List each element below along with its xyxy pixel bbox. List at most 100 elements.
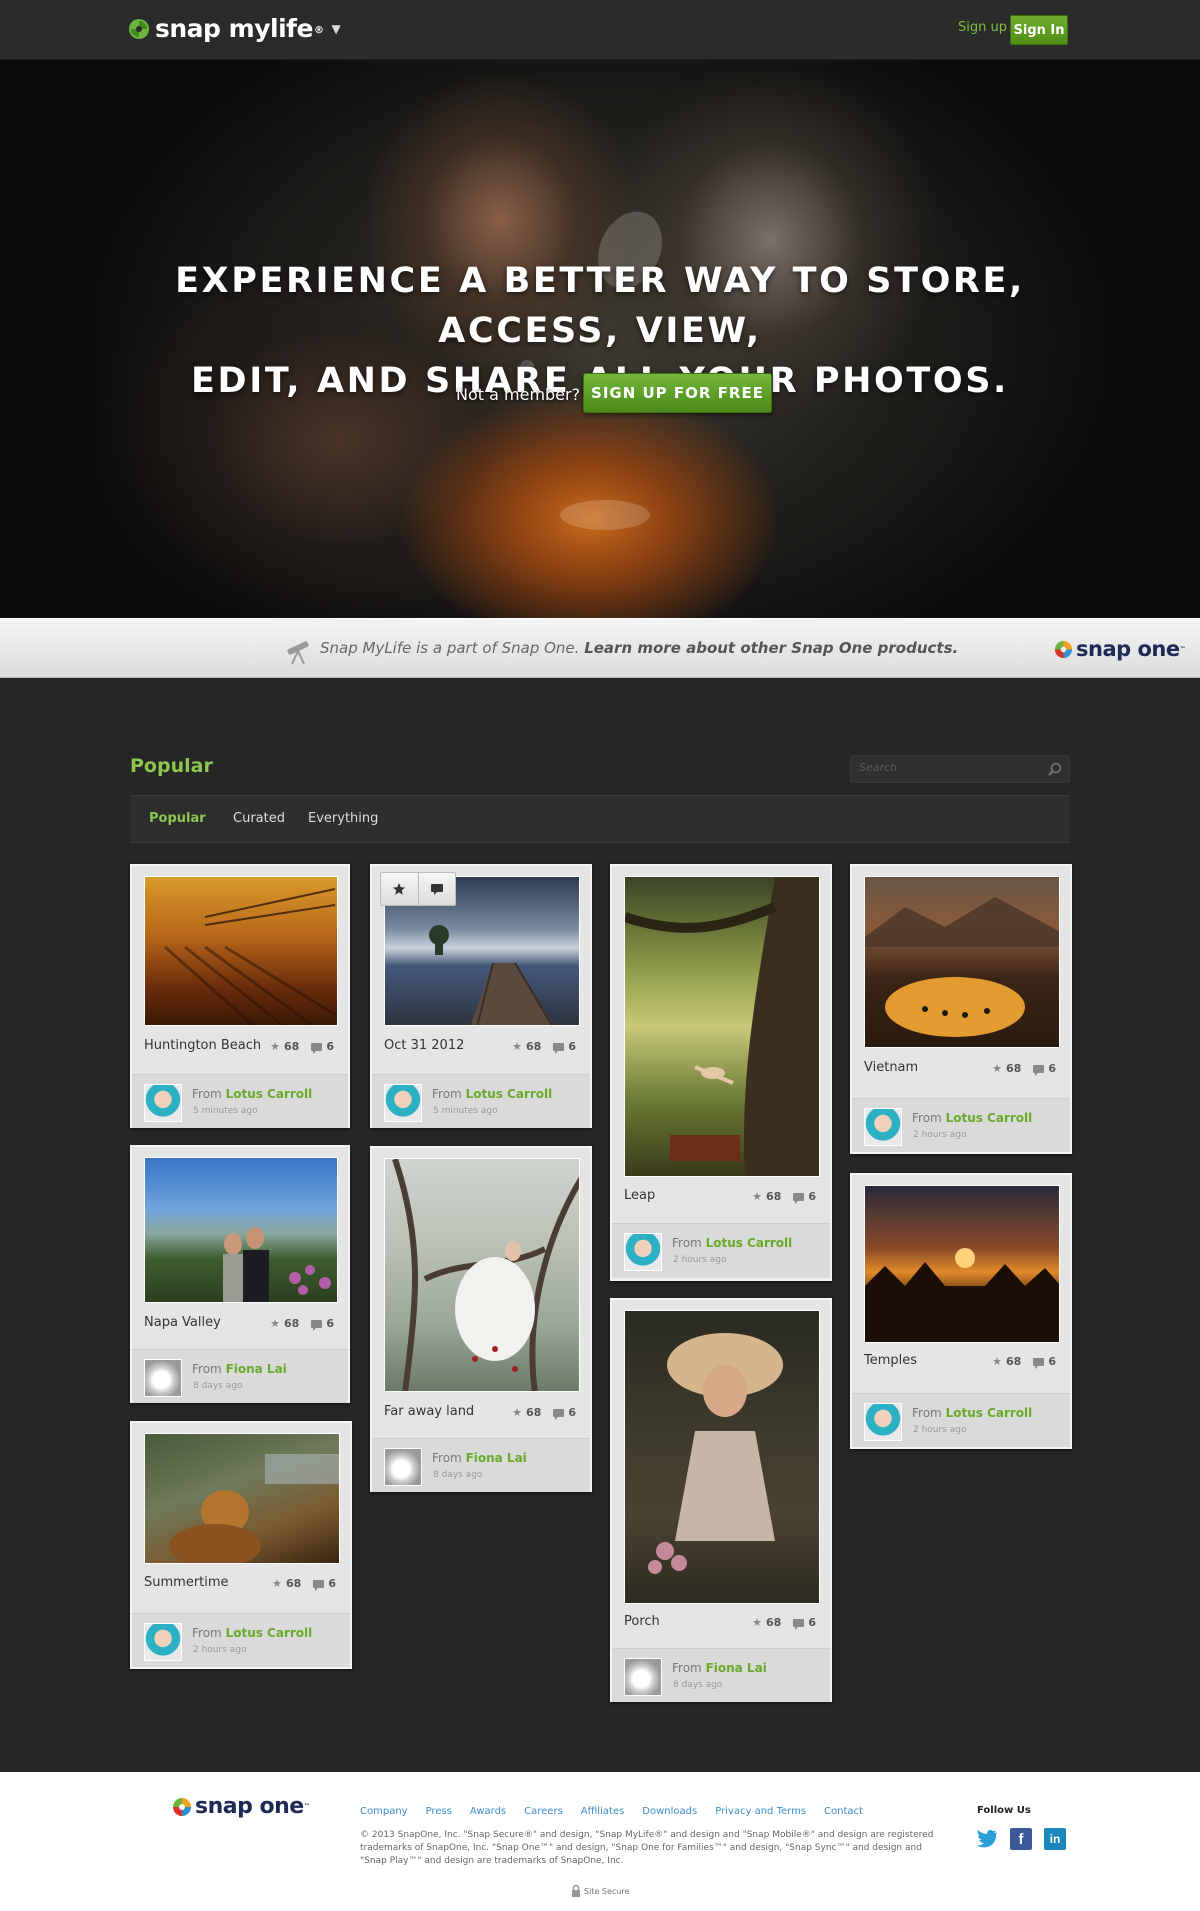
hero-banner: EXPERIENCE A BETTER WAY TO STORE, ACCESS… bbox=[0, 60, 1200, 618]
photo-thumbnail[interactable] bbox=[144, 1157, 338, 1303]
from-label: From bbox=[912, 1406, 942, 1420]
footer-link-press[interactable]: Press bbox=[426, 1806, 452, 1817]
photo-caption[interactable]: Huntington Beach bbox=[144, 1038, 261, 1053]
photo-card[interactable]: Porch ★ 68 6 From Fiona Lai 8 days ago bbox=[610, 1298, 832, 1702]
author-link[interactable]: Fiona Lai bbox=[226, 1362, 287, 1376]
comment-icon[interactable] bbox=[553, 1408, 565, 1420]
photo-thumbnail[interactable] bbox=[624, 1310, 820, 1604]
tab-popular[interactable]: Popular bbox=[149, 811, 206, 826]
avatar[interactable] bbox=[144, 1623, 182, 1661]
photo-caption[interactable]: Porch bbox=[624, 1614, 660, 1629]
star-icon[interactable]: ★ bbox=[752, 1616, 762, 1629]
author-link[interactable]: Fiona Lai bbox=[466, 1451, 527, 1465]
photo-card[interactable]: Far away land ★ 68 6 From Fiona Lai 8 days… bbox=[370, 1146, 592, 1492]
facebook-icon[interactable]: f bbox=[1010, 1828, 1032, 1850]
search-input[interactable] bbox=[859, 761, 1039, 774]
photo-card[interactable]: Oct 31 2012 ★ 68 6 From Lotus Carroll 5 mi… bbox=[370, 864, 592, 1128]
photo-stats: ★ 68 6 bbox=[270, 1040, 334, 1054]
snap-mylife-logo[interactable]: snap mylife ® ▼ bbox=[128, 14, 341, 43]
author-link[interactable]: Lotus Carroll bbox=[226, 1087, 313, 1101]
photo-card[interactable]: Temples ★ 68 6 From Lotus Carroll 2 hours … bbox=[850, 1173, 1072, 1449]
author-link[interactable]: Lotus Carroll bbox=[466, 1087, 553, 1101]
section-title: Popular bbox=[130, 755, 213, 777]
twitter-icon[interactable] bbox=[976, 1828, 998, 1850]
comment-icon[interactable] bbox=[1033, 1064, 1045, 1076]
photo-caption[interactable]: Far away land bbox=[384, 1404, 474, 1419]
tab-everything[interactable]: Everything bbox=[308, 811, 378, 826]
star-icon[interactable]: ★ bbox=[272, 1577, 282, 1590]
sign-up-link[interactable]: Sign up bbox=[958, 20, 1007, 35]
footer-link-downloads[interactable]: Downloads bbox=[642, 1806, 697, 1817]
star-icon[interactable]: ★ bbox=[270, 1317, 280, 1330]
comment-icon[interactable] bbox=[793, 1192, 805, 1204]
star-icon[interactable]: ★ bbox=[752, 1190, 762, 1203]
comment-icon[interactable] bbox=[313, 1579, 325, 1591]
footer-link-company[interactable]: Company bbox=[360, 1806, 408, 1817]
author-line: From Lotus Carroll bbox=[912, 1111, 1032, 1125]
snap-one-promo-text[interactable]: Snap MyLife is a part of Snap One. Learn… bbox=[320, 639, 958, 657]
star-icon[interactable]: ★ bbox=[512, 1040, 522, 1053]
photo-card[interactable]: Vietnam ★ 68 6 From Lotus Carroll 2 hours … bbox=[850, 864, 1072, 1154]
comment-icon[interactable] bbox=[553, 1042, 565, 1054]
chevron-down-icon[interactable]: ▼ bbox=[331, 22, 340, 36]
comment-icon[interactable] bbox=[793, 1618, 805, 1630]
star-icon[interactable]: ★ bbox=[992, 1355, 1002, 1368]
footer-link-contact[interactable]: Contact bbox=[824, 1806, 863, 1817]
photo-thumbnail[interactable] bbox=[384, 1158, 580, 1392]
avatar[interactable] bbox=[384, 1084, 422, 1122]
photo-thumbnail[interactable] bbox=[144, 876, 338, 1026]
from-label: From bbox=[192, 1362, 222, 1376]
author-link[interactable]: Fiona Lai bbox=[706, 1661, 767, 1675]
photo-caption[interactable]: Napa Valley bbox=[144, 1315, 221, 1330]
author-link[interactable]: Lotus Carroll bbox=[946, 1111, 1033, 1125]
author-link[interactable]: Lotus Carroll bbox=[946, 1406, 1033, 1420]
tab-curated[interactable]: Curated bbox=[233, 811, 285, 826]
comment-icon[interactable] bbox=[311, 1042, 323, 1054]
footer-link-affiliates[interactable]: Affiliates bbox=[581, 1806, 624, 1817]
comment-icon[interactable] bbox=[1033, 1357, 1045, 1369]
search-box[interactable] bbox=[850, 755, 1070, 783]
photo-card[interactable]: Napa Valley ★ 68 6 From Fiona Lai 8 days a… bbox=[130, 1145, 350, 1403]
photo-caption[interactable]: Leap bbox=[624, 1188, 655, 1203]
photo-card[interactable]: Huntington Beach ★ 68 6 From Lotus Carroll… bbox=[130, 864, 350, 1128]
star-icon[interactable]: ★ bbox=[270, 1040, 280, 1053]
footer-link-awards[interactable]: Awards bbox=[470, 1806, 506, 1817]
linkedin-icon[interactable]: in bbox=[1044, 1828, 1066, 1850]
photo-thumbnail[interactable] bbox=[624, 876, 820, 1177]
photo-card[interactable]: Summertime ★ 68 6 From Lotus Carroll 2 hou… bbox=[130, 1421, 352, 1669]
author-link[interactable]: Lotus Carroll bbox=[706, 1236, 793, 1250]
sign-up-for-free-button[interactable]: SIGN UP FOR FREE bbox=[583, 373, 772, 413]
comment-button[interactable] bbox=[419, 873, 456, 905]
footer-link-careers[interactable]: Careers bbox=[524, 1806, 563, 1817]
avatar[interactable] bbox=[624, 1233, 662, 1271]
photo-thumbnail[interactable] bbox=[864, 876, 1060, 1048]
photo-thumbnail[interactable] bbox=[864, 1185, 1060, 1343]
avatar[interactable] bbox=[384, 1448, 422, 1486]
comment-icon[interactable] bbox=[311, 1319, 323, 1331]
photo-caption[interactable]: Oct 31 2012 bbox=[384, 1038, 464, 1053]
snap-one-logo[interactable]: snap one ™ bbox=[1054, 637, 1186, 661]
photo-caption[interactable]: Temples bbox=[864, 1353, 917, 1368]
jumping-dancer-graphic bbox=[625, 877, 819, 1176]
avatar[interactable] bbox=[624, 1658, 662, 1696]
avatar[interactable] bbox=[144, 1359, 182, 1397]
favorite-button[interactable] bbox=[381, 873, 419, 905]
promo-learn-more-link[interactable]: Learn more about other Snap One products… bbox=[584, 639, 958, 657]
avatar[interactable] bbox=[144, 1084, 182, 1122]
avatar[interactable] bbox=[864, 1108, 902, 1146]
star-icon[interactable]: ★ bbox=[512, 1406, 522, 1419]
footer-link-privacy-and-terms[interactable]: Privacy and Terms bbox=[715, 1806, 806, 1817]
star-icon[interactable]: ★ bbox=[992, 1062, 1002, 1075]
photo-card[interactable]: Leap ★ 68 6 From Lotus Carroll 2 hours ago bbox=[610, 864, 832, 1281]
avatar[interactable] bbox=[864, 1403, 902, 1441]
sign-in-button[interactable]: Sign In bbox=[1010, 15, 1068, 45]
photo-caption[interactable]: Vietnam bbox=[864, 1060, 918, 1075]
search-icon[interactable] bbox=[1047, 761, 1063, 777]
snap-one-footer-logo[interactable]: snap one ™ bbox=[172, 1794, 310, 1819]
photo-thumbnail[interactable] bbox=[144, 1433, 340, 1564]
not-member-text: Not a member? bbox=[456, 385, 581, 404]
author-link[interactable]: Lotus Carroll bbox=[226, 1626, 313, 1640]
follow-us-label: Follow Us bbox=[977, 1805, 1031, 1816]
photo-caption[interactable]: Summertime bbox=[144, 1575, 229, 1590]
snap-one-promo-strip[interactable]: Snap MyLife is a part of Snap One. Learn… bbox=[0, 618, 1200, 678]
